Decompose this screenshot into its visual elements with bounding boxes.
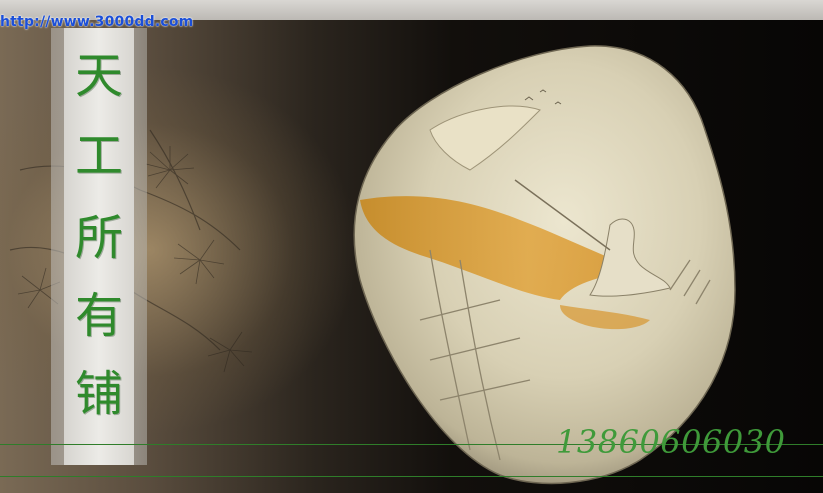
phone-number: 13860606030 — [556, 423, 786, 461]
calligraphy-banner: 天 工 所 有 铺 — [51, 28, 147, 465]
carved-stone-image — [353, 45, 736, 485]
divider-line-bottom — [0, 476, 823, 477]
banner-char-4: 有 — [74, 288, 123, 344]
banner-char-5: 铺 — [74, 366, 123, 422]
banner-char-3: 所 — [74, 210, 123, 266]
banner-char-2: 工 — [74, 128, 123, 184]
banner-char-1: 天 — [74, 48, 123, 104]
